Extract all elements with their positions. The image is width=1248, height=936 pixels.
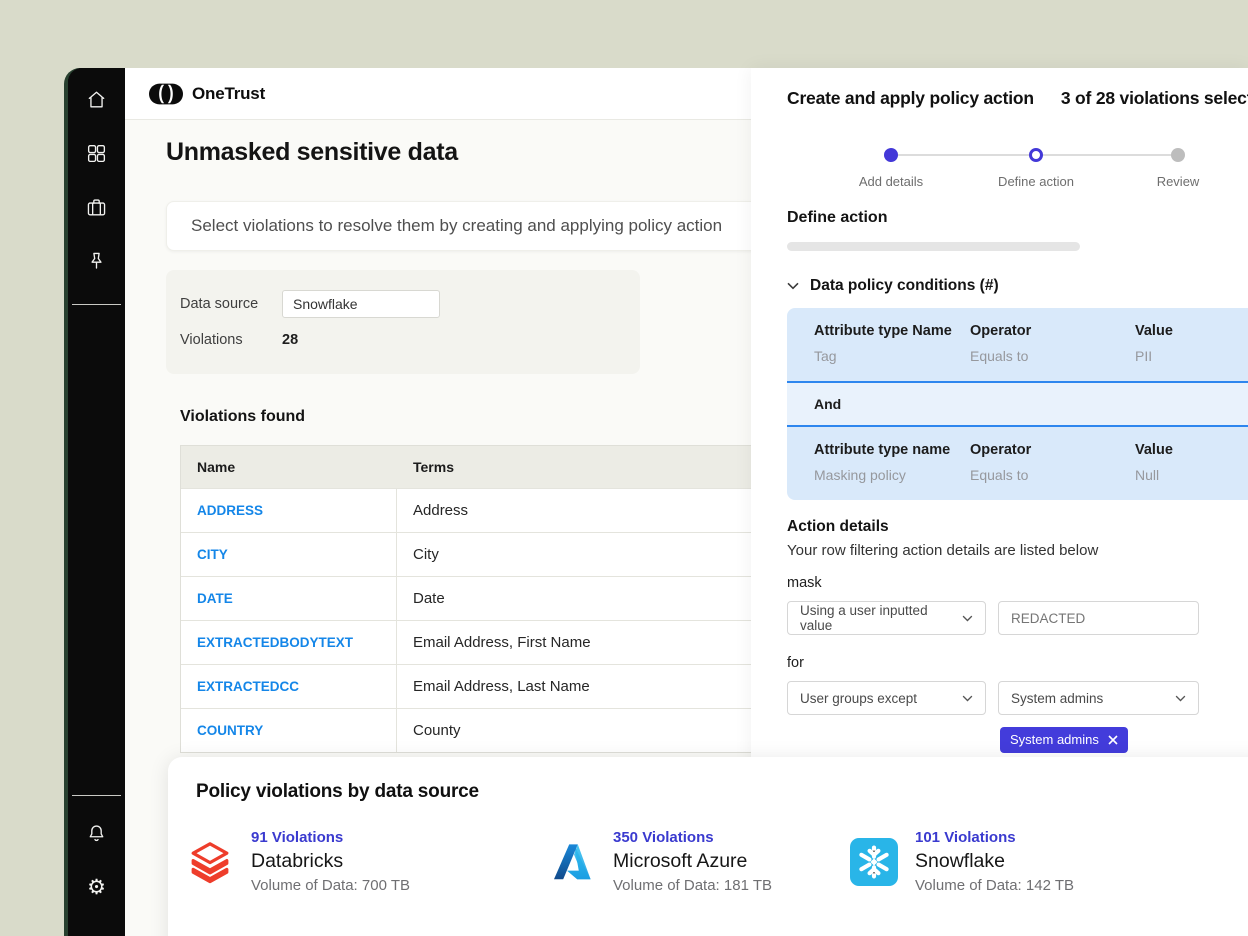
action-details-title: Action details (787, 518, 1248, 536)
condition-col-header: Attribute type Name (814, 323, 970, 339)
source-volume: Volume of Data: 181 TB (613, 877, 772, 894)
source-card-azure[interactable]: 350 Violations Microsoft Azure Volume of… (548, 829, 850, 894)
condition-value: Masking policy (814, 467, 970, 483)
policy-violations-card: Policy violations by data source 91 Viol… (168, 757, 1248, 936)
condition-col-header: Value (1135, 323, 1248, 339)
azure-logo (548, 838, 596, 886)
close-icon[interactable] (1108, 735, 1118, 745)
stepper-track (891, 154, 1029, 156)
source-card-snowflake[interactable]: 101 Violations Snowflake Volume of Data:… (850, 829, 1074, 894)
condition-group: Attribute type Name Operator Value Tag E… (787, 308, 1248, 381)
conditions-toggle[interactable]: Data policy conditions (#) (787, 277, 1248, 295)
source-volume: Volume of Data: 142 TB (915, 877, 1074, 894)
condition-value: Tag (814, 348, 970, 364)
sidebar-divider-bottom (72, 795, 121, 796)
source-card-databricks[interactable]: 91 Violations Databricks Volume of Data:… (186, 829, 548, 894)
violation-name-link[interactable]: DATE (181, 577, 397, 620)
source-name: Microsoft Azure (613, 850, 772, 873)
briefcase-icon[interactable] (84, 194, 110, 220)
onetrust-logo-mark (149, 83, 183, 105)
chevron-down-icon (787, 282, 799, 290)
violation-name-link[interactable]: EXTRACTEDCC (181, 665, 397, 708)
user-group-value: System admins (1011, 691, 1103, 706)
condition-col-header: Attribute type name (814, 442, 970, 458)
step-dot-add-details[interactable] (884, 148, 898, 162)
onetrust-logo[interactable]: OneTrust (149, 83, 265, 105)
action-details-subtitle: Your row filtering action details are li… (787, 542, 1248, 559)
stepper: Add details Define action Review (787, 147, 1248, 195)
step-label: Add details (859, 174, 923, 189)
violation-name-link[interactable]: COUNTRY (181, 709, 397, 752)
step-dot-review[interactable] (1171, 148, 1185, 162)
condition-value: Equals to (970, 348, 1135, 364)
violation-name-link[interactable]: EXTRACTEDBODYTEXT (181, 621, 397, 664)
chevron-down-icon (962, 695, 973, 702)
for-label: for (787, 655, 1248, 671)
source-violations-link[interactable]: 101 Violations (915, 829, 1074, 846)
source-name: Snowflake (915, 850, 1074, 873)
stepper-track (1036, 154, 1171, 156)
brand-name: OneTrust (192, 84, 265, 104)
violation-name-link[interactable]: CITY (181, 533, 397, 576)
tag-label: System admins (1010, 732, 1099, 747)
filter-panel: Data source Violations 28 (166, 270, 640, 374)
mask-value-input[interactable] (998, 601, 1199, 635)
screen: ⚙ OneTrust Unmasked sensitive data Selec… (0, 0, 1248, 936)
policy-violations-title: Policy violations by data source (196, 781, 1248, 803)
condition-value: PII (1135, 348, 1248, 364)
data-source-input[interactable] (282, 290, 440, 318)
selection-count: 3 of 28 violations selected (1061, 88, 1248, 109)
step-label: Define action (998, 174, 1074, 189)
condition-joiner: And (787, 381, 1248, 427)
column-header-name: Name (181, 446, 397, 488)
violations-count: 28 (282, 332, 298, 348)
pin-icon[interactable] (84, 248, 110, 274)
step-dot-define-action[interactable] (1029, 148, 1043, 162)
gear-icon[interactable]: ⚙ (84, 874, 110, 900)
condition-value: Null (1135, 467, 1248, 483)
condition-col-header: Operator (970, 323, 1135, 339)
data-source-label: Data source (180, 296, 282, 312)
source-violations-link[interactable]: 91 Violations (251, 829, 410, 846)
mask-method-value: Using a user inputted value (800, 603, 962, 633)
condition-col-header: Operator (970, 442, 1135, 458)
mask-label: mask (787, 575, 1248, 591)
drawer-title: Create and apply policy action 3 of 28 v… (787, 88, 1248, 109)
violation-name-link[interactable]: ADDRESS (181, 489, 397, 532)
instruction-text: Select violations to resolve them by cre… (191, 216, 722, 236)
drawer-title-text: Create and apply policy action (787, 88, 1034, 109)
apps-grid-icon[interactable] (84, 140, 110, 166)
snowflake-logo (850, 838, 898, 886)
user-group-mode-value: User groups except (800, 691, 917, 706)
chevron-down-icon (962, 615, 973, 622)
step-label: Review (1157, 174, 1200, 189)
source-name: Databricks (251, 850, 410, 873)
condition-group: Attribute type name Operator Value Maski… (787, 427, 1248, 500)
source-volume: Volume of Data: 700 TB (251, 877, 410, 894)
violations-label: Violations (180, 332, 282, 348)
home-icon[interactable] (84, 86, 110, 112)
sidebar-divider-top (72, 304, 121, 305)
user-group-mode-select[interactable]: User groups except (787, 681, 986, 715)
user-group-select[interactable]: System admins (998, 681, 1199, 715)
source-violations-link[interactable]: 350 Violations (613, 829, 772, 846)
condition-value: Equals to (970, 467, 1135, 483)
chevron-down-icon (1175, 695, 1186, 702)
condition-col-header: Value (1135, 442, 1248, 458)
databricks-logo (186, 838, 234, 886)
define-action-heading: Define action (787, 209, 1248, 227)
sidebar: ⚙ (68, 68, 125, 936)
selected-group-tag: System admins (1000, 727, 1128, 753)
bell-icon[interactable] (84, 820, 110, 846)
progress-bar (787, 242, 1080, 251)
mask-method-select[interactable]: Using a user inputted value (787, 601, 986, 635)
conditions-toggle-label: Data policy conditions (#) (810, 277, 999, 295)
conditions-box: Attribute type Name Operator Value Tag E… (787, 308, 1248, 500)
